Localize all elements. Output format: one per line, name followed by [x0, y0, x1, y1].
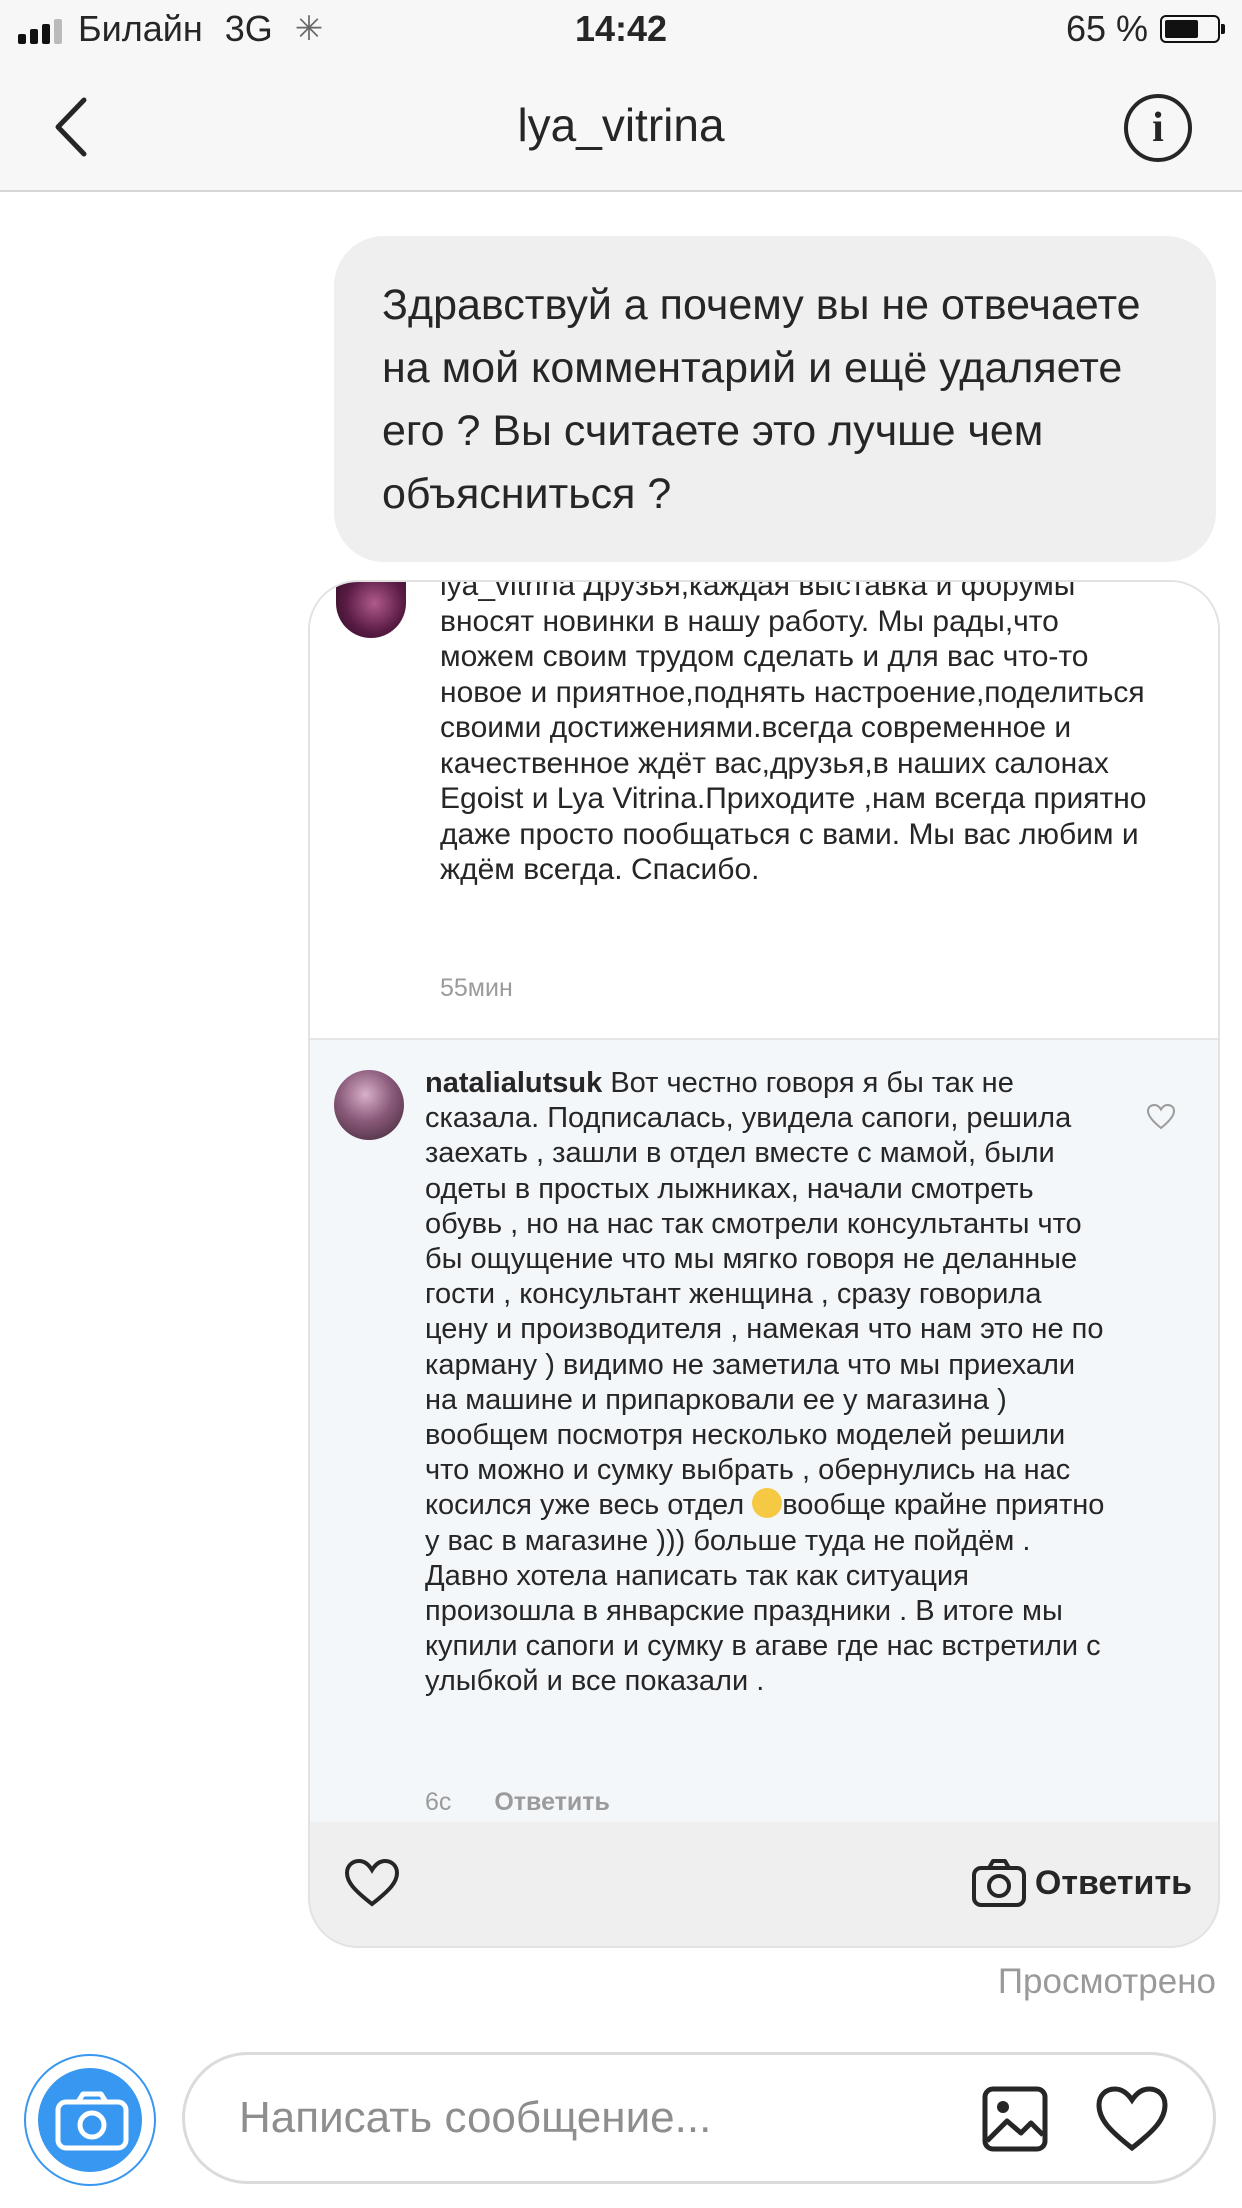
comment-username: natalialutsuk — [425, 1067, 603, 1099]
status-bar: Билайн 3G ✳ 14:42 65 % — [0, 0, 1242, 62]
comment-natalialutsuk: natalialutsuk Вот честно говоря я бы так… — [310, 1038, 1218, 1822]
camera-icon — [55, 2091, 129, 2151]
sent-message-bubble[interactable]: Здравствуй а почему вы не отвечаете на м… — [334, 236, 1216, 562]
comment-body: Друзья,каждая выставка и форумы вносят н… — [440, 582, 1147, 886]
comment-username: lya_vitrina — [440, 582, 576, 602]
chat-header: lya_vitrina i — [0, 62, 1242, 192]
avatar — [334, 1070, 404, 1140]
card-action-bar: Ответить — [310, 1822, 1218, 1946]
battery-percent: 65 % — [1065, 8, 1148, 49]
seen-status: Просмотрено — [997, 1962, 1216, 2001]
message-composer[interactable]: Написать сообщение... — [182, 2052, 1216, 2184]
comment-meta: 6с Ответить — [425, 1788, 610, 1817]
reply-button-label: Ответить — [1034, 1863, 1192, 1902]
battery-icon — [1160, 15, 1225, 43]
comment-lya-vitrina: lya_vitrina Друзья,каждая выставка и фор… — [310, 582, 1218, 1038]
comment-time: 55мин — [440, 974, 513, 1002]
camera-button[interactable] — [24, 2054, 156, 2186]
chat-title[interactable]: lya_vitrina — [0, 98, 1242, 152]
shared-post-card[interactable]: lya_vitrina Друзья,каждая выставка и фор… — [308, 580, 1220, 1948]
battery-group: 65 % — [1065, 8, 1225, 50]
reply-button[interactable]: Ответить — [971, 1858, 1192, 1908]
gallery-icon[interactable] — [981, 2085, 1049, 2153]
laughing-emoji-icon — [752, 1488, 783, 1519]
message-input[interactable]: Написать сообщение... — [239, 2093, 711, 2143]
heart-icon[interactable] — [344, 1858, 400, 1908]
status-time: 14:42 — [574, 8, 668, 49]
comment-body: Вот честно говоря я бы так не сказала. П… — [425, 1067, 1104, 1522]
avatar — [336, 582, 406, 638]
comment-text: lya_vitrina Друзья,каждая выставка и фор… — [440, 582, 1160, 888]
comment-time: 6с — [425, 1788, 452, 1816]
camera-icon — [971, 1859, 1026, 1907]
comment-heart-icon — [1146, 1103, 1176, 1130]
info-icon[interactable]: i — [1124, 94, 1192, 162]
comment-reply-label: Ответить — [494, 1788, 610, 1816]
heart-icon[interactable] — [1095, 2085, 1169, 2153]
post-screenshot: lya_vitrina Друзья,каждая выставка и фор… — [310, 582, 1218, 1822]
comment-text: natalialutsuk Вот честно говоря я бы так… — [425, 1066, 1105, 1700]
